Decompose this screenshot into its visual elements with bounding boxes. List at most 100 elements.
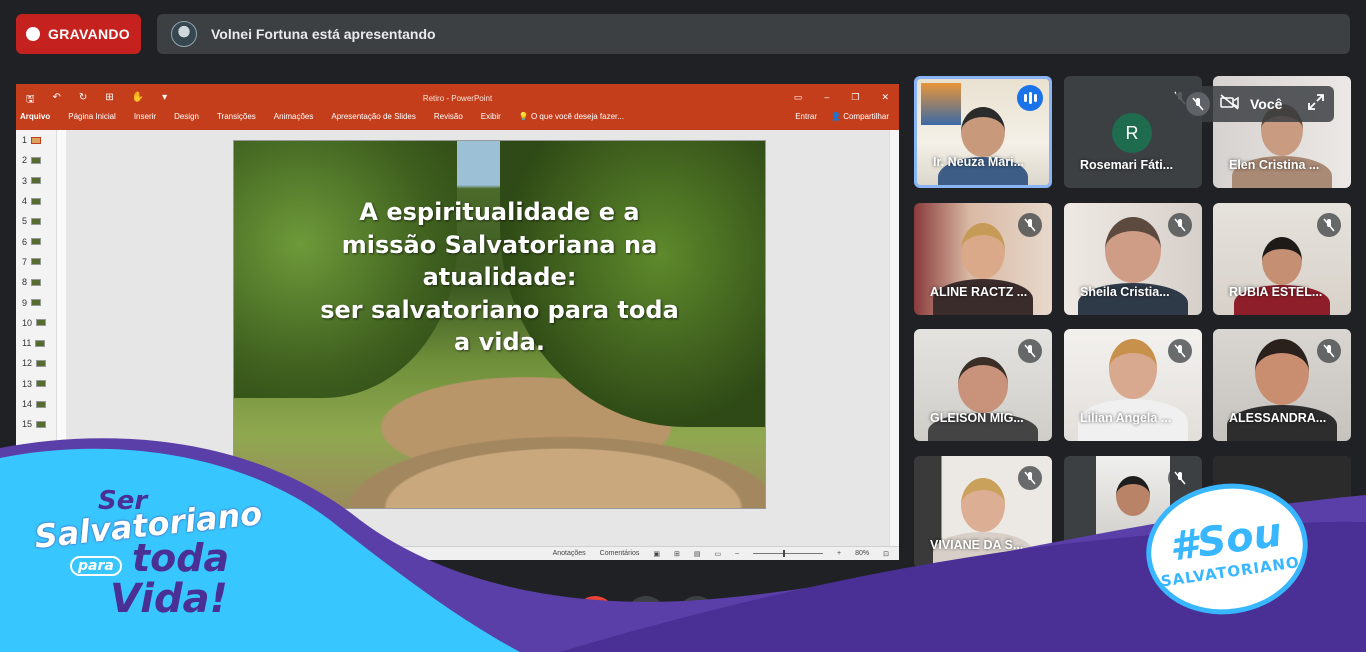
camera-toggle-button[interactable] xyxy=(575,596,615,636)
brand-toda: toda xyxy=(132,536,230,580)
thumbnail-scrollbar[interactable] xyxy=(56,130,66,546)
slide-number: 12 xyxy=(22,358,33,369)
participant-name: Lilian Angela ... xyxy=(1080,411,1172,425)
slide-background-road xyxy=(260,361,765,508)
menu-transicoes[interactable]: Transições xyxy=(217,112,256,121)
thumbnail-image xyxy=(35,339,46,347)
speaking-indicator-icon xyxy=(1017,85,1043,111)
slide-number: 8 xyxy=(22,277,28,288)
menu-animacoes[interactable]: Animações xyxy=(274,112,314,121)
notes-button[interactable]: Anotações xyxy=(553,550,586,557)
wall-painting xyxy=(921,83,961,125)
slide-number: 4 xyxy=(22,196,28,207)
participant-name: Elen Cristina ... xyxy=(1229,158,1320,172)
thumbnail-image xyxy=(31,197,42,205)
slide-number: 13 xyxy=(22,378,33,389)
restore-icon[interactable]: ❐ xyxy=(851,92,859,103)
thumbnail-image xyxy=(36,380,47,388)
tell-me-search[interactable]: 💡 O que você deseja fazer... xyxy=(519,112,624,121)
thumbnail-image xyxy=(31,217,42,225)
recording-indicator[interactable]: GRAVANDO xyxy=(16,14,141,54)
share-label: Compartilhar xyxy=(843,112,889,121)
normal-view-icon[interactable]: ▣ xyxy=(653,550,660,558)
participant-name: GLEISON MIG... xyxy=(930,411,1024,425)
zoom-level[interactable]: 80% xyxy=(855,550,869,557)
participant-head xyxy=(961,107,1005,157)
reading-view-icon[interactable]: ▤ xyxy=(694,550,701,558)
slide-number: 15 xyxy=(22,419,33,430)
participant-name: Rosemari Fáti... xyxy=(1080,158,1174,172)
participant-head xyxy=(1116,476,1150,516)
self-view-label: Você xyxy=(1250,96,1283,112)
participant-name: ALESSANDRA... xyxy=(1229,411,1327,425)
participant-tile[interactable]: GLEISON MIG... xyxy=(914,329,1052,441)
sign-in-link[interactable]: Entrar xyxy=(795,112,817,121)
participant-tile[interactable]: Lilian Angela ... xyxy=(1064,329,1202,441)
thumbnail-image xyxy=(31,136,42,144)
participant-tile[interactable]: RUBIA ESTEL... xyxy=(1213,203,1351,315)
slide-number: 5 xyxy=(22,216,28,227)
menu-arquivo[interactable]: Arquivo xyxy=(20,112,50,121)
mic-toggle-button[interactable] xyxy=(524,596,564,636)
slideshow-view-icon[interactable]: ▭ xyxy=(714,550,721,558)
comments-button[interactable]: Comentários xyxy=(600,550,640,557)
participant-tile[interactable]: Ir. Neuza Mari... xyxy=(914,76,1052,188)
slide-number: 11 xyxy=(22,338,32,349)
menu-pagina-inicial[interactable]: Página Inicial xyxy=(68,112,116,121)
thumbnail-image xyxy=(31,278,42,286)
participant-tile[interactable]: Sheila Cristia... xyxy=(1064,203,1202,315)
menu-inserir[interactable]: Inserir xyxy=(134,112,156,121)
zoom-slider[interactable] xyxy=(753,550,824,557)
record-dot-icon xyxy=(26,27,40,41)
minimize-icon[interactable]: – xyxy=(824,92,829,103)
share-button[interactable]: 👤 Compartilhar xyxy=(831,112,889,121)
ppt-workspace: 1 2 3 4 5 6 7 8 9 10 11 12 13 14 15 A es… xyxy=(16,130,899,546)
participant-head xyxy=(961,478,1005,532)
slide-scrollbar[interactable] xyxy=(889,130,899,546)
menu-design[interactable]: Design xyxy=(174,112,199,121)
slide-title: A espiritualidade e a missão Salvatorian… xyxy=(320,198,679,356)
thumbnail-image xyxy=(31,177,42,185)
participant-head xyxy=(1255,339,1309,405)
more-options-button[interactable] xyxy=(729,596,769,636)
ribbon-options-icon[interactable]: ▭ xyxy=(794,92,803,103)
slide-number: 6 xyxy=(22,236,28,247)
present-button[interactable] xyxy=(677,596,717,636)
thumbnail-image xyxy=(31,156,42,164)
ppt-ribbon: 🖫 ↶ ↻ ⊞ ✋ ▾ Retiro - PowerPoint ▭ – ❐ ✕ … xyxy=(16,84,899,130)
participant-head xyxy=(961,223,1005,279)
participant-tile[interactable]: ALINE RACTZ ... xyxy=(914,203,1052,315)
participant-head xyxy=(958,357,1008,413)
thumbnail-image xyxy=(36,400,47,408)
tell-me-text: O que você deseja fazer... xyxy=(530,112,624,121)
mic-off-icon[interactable] xyxy=(1186,92,1210,116)
ppt-account-area: Entrar 👤 Compartilhar xyxy=(795,112,889,121)
thumbnail-image xyxy=(36,420,47,428)
slide-thumbnails: 1 2 3 4 5 6 7 8 9 10 11 12 13 14 15 xyxy=(16,130,66,546)
window-controls: ▭ – ❐ ✕ xyxy=(794,92,889,103)
thumbnail-image xyxy=(36,359,47,367)
menu-apresentacao[interactable]: Apresentação de Slides xyxy=(331,112,416,121)
camera-off-icon[interactable] xyxy=(1220,93,1240,115)
presenter-text: Volnei Fortuna está apresentando xyxy=(211,26,436,42)
zoom-in-icon[interactable]: + xyxy=(837,550,841,557)
recording-label: GRAVANDO xyxy=(48,26,130,42)
participant-tile[interactable]: ALESSANDRA... xyxy=(1213,329,1351,441)
fit-slide-icon[interactable]: ⊡ xyxy=(883,550,889,558)
menu-exibir[interactable]: Exibir xyxy=(481,112,501,121)
slide-number: 7 xyxy=(22,256,28,267)
slide-number: 2 xyxy=(22,155,28,166)
close-icon[interactable]: ✕ xyxy=(881,92,889,103)
participant-tile[interactable]: VIVIANE DA S... xyxy=(914,456,1052,568)
thumbnail-image xyxy=(31,299,42,307)
mic-off-icon xyxy=(1018,213,1042,237)
slide-sorter-icon[interactable]: ⊞ xyxy=(674,550,680,558)
zoom-out-icon[interactable]: – xyxy=(735,550,739,557)
menu-revisao[interactable]: Revisão xyxy=(434,112,463,121)
leave-call-button[interactable] xyxy=(781,596,837,636)
thumbnail-image xyxy=(36,319,47,327)
slide-number: 1 xyxy=(22,135,28,146)
presenter-avatar xyxy=(171,21,197,47)
raise-hand-button[interactable] xyxy=(626,596,666,636)
expand-icon[interactable] xyxy=(1308,93,1324,115)
